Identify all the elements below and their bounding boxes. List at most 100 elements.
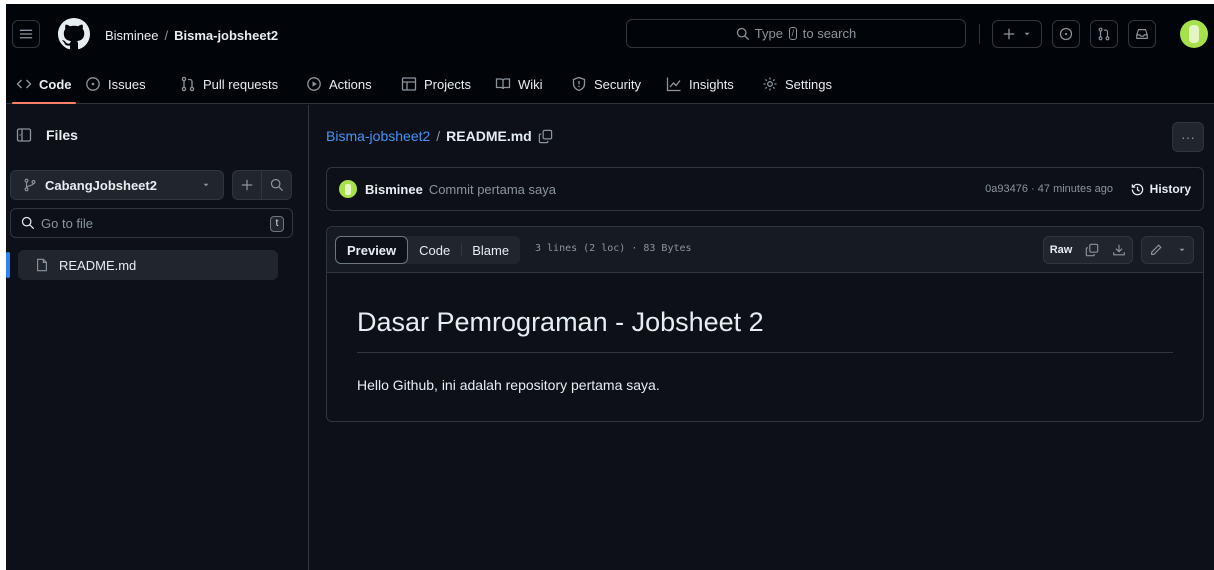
files-header: Files — [16, 127, 78, 143]
pull-request-icon — [180, 76, 196, 92]
heading-divider — [357, 352, 1173, 353]
repo-breadcrumb: Bisminee / Bisma-jobsheet2 — [105, 28, 278, 43]
play-icon — [306, 76, 322, 92]
path-repo-link[interactable]: Bisma-jobsheet2 — [326, 128, 430, 144]
commit-message[interactable]: Commit pertama saya — [429, 182, 556, 197]
pencil-icon — [1151, 244, 1162, 255]
edit-file-button[interactable] — [1141, 236, 1171, 264]
search-suffix: to search — [802, 26, 857, 41]
plus-icon — [241, 179, 253, 191]
download-icon — [1112, 244, 1125, 256]
edit-options-button[interactable] — [1170, 236, 1194, 264]
tab-wiki[interactable]: Wiki — [495, 64, 543, 104]
go-to-file-input[interactable]: Go to file t — [10, 208, 293, 238]
file-tree-sidebar: Files CabangJobsheet2 Go to file t READM… — [6, 105, 309, 570]
copy-raw-button[interactable] — [1078, 236, 1106, 264]
readme-heading: Dasar Pemrograman - Jobsheet 2 — [357, 307, 764, 337]
github-octocat-icon — [58, 18, 90, 50]
triangle-down-icon — [201, 180, 211, 190]
file-path-breadcrumb: Bisma-jobsheet2 / README.md — [326, 128, 553, 144]
tab-code[interactable]: Code — [12, 64, 75, 104]
search-input[interactable]: Type / to search — [626, 19, 966, 48]
search-icon — [270, 178, 283, 192]
file-tree-item[interactable]: README.md — [18, 250, 278, 280]
hamburger-icon — [19, 29, 33, 39]
plus-icon — [1003, 28, 1015, 40]
search-shortcut-key: / — [788, 27, 798, 40]
git-pull-request-icon — [1098, 27, 1110, 41]
menu-button[interactable] — [12, 20, 40, 48]
search-icon — [736, 27, 749, 40]
download-button[interactable] — [1105, 236, 1133, 264]
view-preview-button[interactable]: Preview — [335, 236, 409, 264]
tab-issues[interactable]: Issues — [85, 64, 146, 104]
view-blame-button[interactable]: Blame — [461, 236, 520, 264]
issue-opened-icon — [1059, 27, 1073, 41]
latest-commit-bar: Bisminee Commit pertama saya 0a93476 · 4… — [326, 167, 1204, 211]
tab-pull-requests-label: Pull requests — [203, 76, 279, 92]
tab-settings[interactable]: Settings — [762, 64, 832, 104]
commit-meta[interactable]: 0a93476 · 47 minutes ago — [985, 183, 1113, 195]
git-branch-icon — [23, 178, 37, 192]
triangle-down-icon — [1024, 32, 1030, 36]
tab-actions[interactable]: Actions — [306, 64, 372, 104]
code-icon — [16, 76, 32, 92]
inbox-button[interactable] — [1128, 20, 1156, 48]
tab-projects-label: Projects — [424, 76, 471, 92]
commit-author[interactable]: Bisminee — [365, 182, 423, 197]
file-icon — [35, 258, 49, 272]
issues-button[interactable] — [1052, 20, 1080, 48]
app-window: Bisminee / Bisma-jobsheet2 Type / to searc… — [6, 4, 1214, 570]
search-icon — [21, 216, 35, 230]
header-divider — [979, 24, 980, 44]
issue-icon — [85, 76, 101, 92]
more-options-button[interactable]: ··· — [1172, 122, 1204, 152]
kebab-horizontal-icon: ··· — [1181, 129, 1195, 145]
file-viewer: Preview Code Blame 3 lines (2 loc) · 83 … — [326, 226, 1204, 422]
path-file-name: README.md — [446, 128, 532, 144]
file-size-info: 3 lines (2 loc) · 83 Bytes — [535, 243, 692, 254]
tab-wiki-label: Wiki — [518, 76, 543, 92]
copy-icon — [1085, 243, 1098, 257]
repo-nav-tabs: Code Issues Pull requests Actions Projec… — [6, 64, 1214, 104]
repo-link[interactable]: Bisma-jobsheet2 — [174, 28, 278, 43]
history-label: History — [1149, 182, 1191, 196]
readme-paragraph: Hello Github, ini adalah repository pert… — [357, 377, 660, 393]
tab-settings-label: Settings — [785, 76, 832, 92]
table-icon — [401, 76, 417, 92]
gear-icon — [762, 76, 778, 92]
history-icon — [1130, 182, 1145, 197]
owner-link[interactable]: Bisminee — [105, 28, 158, 43]
active-file-marker — [6, 252, 10, 278]
create-new-button[interactable] — [992, 20, 1042, 48]
user-avatar[interactable] — [1180, 20, 1208, 48]
raw-button-label: Raw — [1049, 244, 1073, 256]
tab-issues-label: Issues — [108, 76, 146, 92]
triangle-down-icon — [1179, 248, 1184, 252]
tab-security[interactable]: Security — [571, 64, 641, 104]
go-to-file-shortcut: t — [270, 216, 284, 232]
file-viewer-header: Preview Code Blame 3 lines (2 loc) · 83 … — [327, 227, 1203, 273]
pull-requests-button[interactable] — [1090, 20, 1118, 48]
add-file-button[interactable] — [232, 170, 262, 200]
breadcrumb-separator: / — [164, 28, 169, 43]
github-logo[interactable] — [58, 18, 90, 50]
raw-button[interactable]: Raw — [1043, 236, 1079, 264]
history-link[interactable]: History — [1130, 182, 1191, 197]
sidebar-collapse-icon[interactable] — [16, 127, 32, 143]
tab-pull-requests[interactable]: Pull requests — [180, 64, 278, 104]
search-files-button[interactable] — [262, 170, 292, 200]
file-tree-item-label: README.md — [59, 257, 137, 273]
view-code-button[interactable]: Code — [408, 236, 461, 264]
view-mode-toggle: Preview Code Blame — [335, 236, 521, 264]
tab-projects[interactable]: Projects — [401, 64, 471, 104]
tab-security-label: Security — [594, 76, 641, 92]
copy-path-icon[interactable] — [538, 129, 553, 144]
commit-author-avatar[interactable] — [339, 180, 357, 198]
branch-name: CabangJobsheet2 — [45, 177, 157, 193]
tab-insights[interactable]: Insights — [666, 64, 734, 104]
shield-icon — [571, 76, 587, 92]
book-icon — [495, 76, 511, 92]
tab-actions-label: Actions — [329, 76, 372, 92]
branch-selector[interactable]: CabangJobsheet2 — [10, 170, 224, 200]
